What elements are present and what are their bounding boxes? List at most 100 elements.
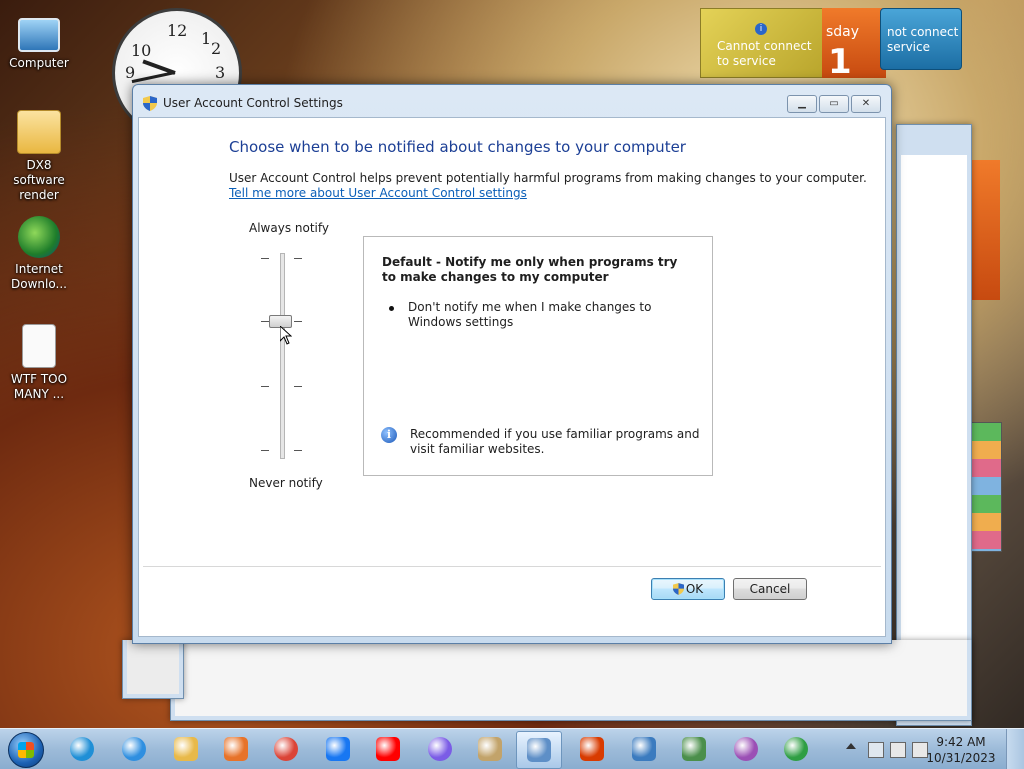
level-bullet-text: Don't notify me when I make changes to W… <box>408 300 652 329</box>
minimize-button[interactable]: ▁ <box>787 95 817 113</box>
learn-more-link[interactable]: Tell me more about User Account Control … <box>229 186 527 200</box>
info-icon: i <box>381 427 397 443</box>
background-window-content <box>175 640 967 716</box>
internet-download-manager-icon <box>784 737 808 761</box>
mouse-cursor-icon <box>280 326 292 345</box>
taskbar-app-button[interactable] <box>724 731 768 767</box>
windows-logo-icon <box>18 742 34 758</box>
clock-minute-hand <box>131 71 176 84</box>
taskbar-app-button[interactable] <box>264 731 308 767</box>
weather-gadget[interactable]: i Cannot connect to service <box>700 8 824 78</box>
title-bar[interactable]: User Account Control Settings ▁ ▭ ✕ <box>133 85 891 119</box>
internet-explorer-icon <box>122 737 146 761</box>
computer-icon <box>18 18 60 52</box>
window-title: User Account Control Settings <box>163 96 343 110</box>
facebook-icon <box>326 737 350 761</box>
package-icon <box>478 737 502 761</box>
network-icon <box>734 737 758 761</box>
taskbar-app-button[interactable] <box>418 731 462 767</box>
slider-tick <box>261 258 269 259</box>
document-viewer-icon <box>682 737 706 761</box>
taskbar-app-button[interactable] <box>774 731 818 767</box>
background-window <box>896 124 972 726</box>
taskbar-app-button[interactable] <box>214 731 258 767</box>
taskbar-app-button[interactable] <box>468 731 512 767</box>
slider-bottom-label: Never notify <box>249 476 323 490</box>
level-title: Default - Notify me only when programs t… <box>382 255 678 284</box>
description-text: User Account Control helps prevent poten… <box>229 171 867 185</box>
background-window-content <box>127 640 179 694</box>
maximize-button[interactable]: ▭ <box>819 95 849 113</box>
show-desktop-button[interactable] <box>1006 729 1024 769</box>
weather-gadget-secondary[interactable]: not connect service <box>880 8 962 70</box>
desktop-icon-internet-download-manager[interactable]: Internet Downlo... <box>0 216 78 292</box>
folder-icon <box>17 110 61 154</box>
ok-button[interactable]: OK <box>651 578 725 600</box>
clock-number: 1 <box>201 29 212 48</box>
desktop-icon-label: Computer <box>9 56 69 70</box>
taskbar-app-button[interactable] <box>672 731 716 767</box>
background-window <box>170 640 972 721</box>
tray-expand-icon[interactable] <box>846 743 856 749</box>
taskbar-app-button[interactable] <box>570 731 614 767</box>
background-window <box>122 640 184 699</box>
taskbar-app-button[interactable] <box>316 731 360 767</box>
taskbar-time: 9:42 AM <box>936 735 986 749</box>
taskbar-app-button[interactable] <box>366 731 410 767</box>
slider-tick <box>261 450 269 451</box>
background-window-content <box>901 155 967 721</box>
ok-button-label: OK <box>685 582 704 596</box>
dialog-content: Choose when to be notified about changes… <box>138 117 886 637</box>
close-button[interactable]: ✕ <box>851 95 881 113</box>
office-icon <box>580 737 604 761</box>
notification-level-slider-track[interactable] <box>280 253 285 459</box>
slider-tick <box>294 258 302 259</box>
taskbar-app-button[interactable] <box>112 731 156 767</box>
taskbar: 9:42 AM 10/31/2023 <box>0 728 1024 769</box>
youtube-icon <box>376 737 400 761</box>
chrome-icon <box>274 737 298 761</box>
media-player-icon <box>224 737 248 761</box>
file-explorer-icon <box>174 737 198 761</box>
desktop-icon-label: Internet Downlo... <box>11 262 67 291</box>
taskbar-app-button[interactable] <box>516 731 562 769</box>
clock-number: 3 <box>215 63 226 82</box>
page-heading: Choose when to be notified about changes… <box>229 138 686 156</box>
start-button[interactable] <box>8 732 44 768</box>
slider-tick <box>261 386 269 387</box>
weather-status-text: not connect service <box>887 25 959 54</box>
taskbar-app-button[interactable] <box>622 731 666 767</box>
button-separator <box>143 566 881 567</box>
taskbar-app-button[interactable] <box>164 731 208 767</box>
cancel-button[interactable]: Cancel <box>733 578 807 600</box>
action-center-icon[interactable] <box>868 742 884 758</box>
desktop-icon-label: DX8 software render <box>13 158 65 202</box>
calendar-day-text: sday <box>826 24 860 40</box>
clock-number: 10 <box>131 41 152 60</box>
slider-top-label: Always notify <box>249 221 329 235</box>
bullet-icon <box>389 306 394 311</box>
desktop-icon-text-file[interactable]: WTF TOO MANY ... <box>0 324 78 402</box>
network-status-icon[interactable] <box>890 742 906 758</box>
slider-tick <box>294 450 302 451</box>
desktop-icon-dx8[interactable]: DX8 software render <box>0 110 78 203</box>
remote-desktop-icon <box>632 737 656 761</box>
taskbar-clock[interactable]: 9:42 AM 10/31/2023 <box>926 734 996 766</box>
uac-shield-icon <box>672 583 684 595</box>
text-file-icon <box>22 324 56 368</box>
taskbar-app-button[interactable] <box>60 731 104 767</box>
control-panel-icon <box>527 738 551 762</box>
taskbar-date: 10/31/2023 <box>926 751 996 765</box>
weather-status-text: Cannot connect to service <box>717 39 812 68</box>
clock-number: 12 <box>167 21 188 40</box>
calendar-gadget[interactable]: sday 1 <box>822 8 886 82</box>
uac-shield-icon <box>143 96 157 111</box>
slideshow-gadget <box>970 422 1002 552</box>
info-icon: i <box>755 23 767 35</box>
desktop-icon-computer[interactable]: Computer <box>0 10 78 71</box>
calendar-date-text: 1 <box>828 42 852 82</box>
recommendation-text: Recommended if you use familiar programs… <box>410 427 700 456</box>
slider-tick <box>294 321 302 322</box>
level-description-box: Default - Notify me only when programs t… <box>363 236 713 476</box>
slider-tick <box>294 386 302 387</box>
